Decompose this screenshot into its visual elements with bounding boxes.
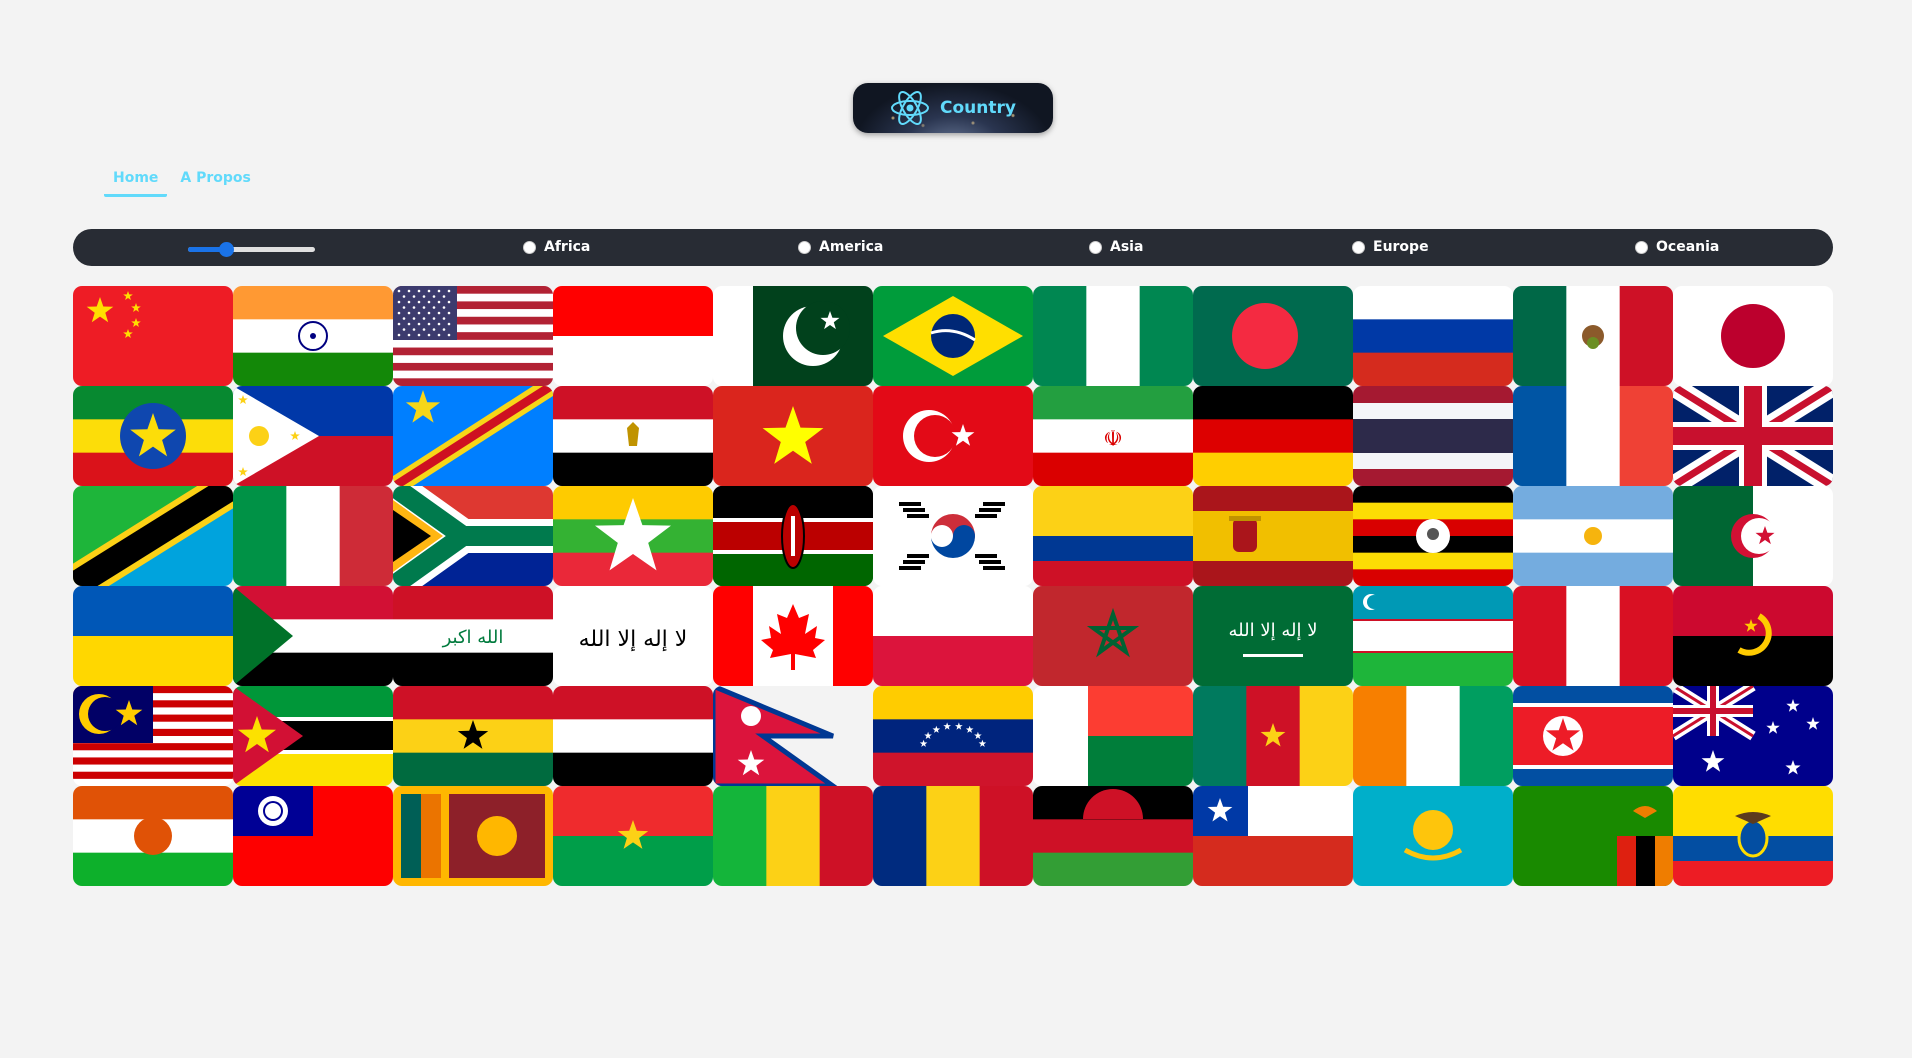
- canada-flag-icon[interactable]: [713, 586, 873, 686]
- svg-text:لا إله إلا الله: لا إله إلا الله: [579, 627, 688, 652]
- russia-flag-icon[interactable]: [1353, 286, 1513, 386]
- radio-label: Asia: [1110, 239, 1144, 255]
- react-atom-icon: [891, 91, 930, 125]
- burkina-faso-flag-icon[interactable]: [553, 786, 713, 886]
- myanmar-flag-icon[interactable]: [553, 486, 713, 586]
- svg-text:☫: ☫: [1103, 427, 1123, 452]
- radio-circle[interactable]: [1352, 240, 1365, 254]
- germany-flag-icon[interactable]: [1193, 386, 1353, 486]
- france-flag-icon[interactable]: [1513, 386, 1673, 486]
- egypt-flag-icon[interactable]: [553, 386, 713, 486]
- app-logo: Country: [853, 83, 1053, 133]
- region-radio-asia[interactable]: Asia: [1089, 238, 1143, 256]
- colombia-flag-icon[interactable]: [1033, 486, 1193, 586]
- kenya-flag-icon[interactable]: [713, 486, 873, 586]
- radio-circle[interactable]: [798, 240, 811, 254]
- country-count-slider[interactable]: [188, 242, 315, 257]
- radio-circle[interactable]: [1089, 240, 1102, 254]
- nav-link-about[interactable]: A Propos: [171, 170, 259, 197]
- ecuador-flag-icon[interactable]: [1673, 786, 1833, 886]
- radio-circle[interactable]: [523, 240, 536, 254]
- iran-flag-icon[interactable]: ☫: [1033, 386, 1193, 486]
- argentina-flag-icon[interactable]: [1513, 486, 1673, 586]
- uganda-flag-icon[interactable]: [1353, 486, 1513, 586]
- tanzania-flag-icon[interactable]: [73, 486, 233, 586]
- afghanistan-flag-icon[interactable]: لا إله إلا الله: [553, 586, 713, 686]
- nav-link-home[interactable]: Home: [104, 170, 168, 197]
- uk-flag-icon[interactable]: [1673, 386, 1833, 486]
- taiwan-flag-icon[interactable]: [233, 786, 393, 886]
- nepal-flag-icon[interactable]: [713, 686, 873, 786]
- slider-thumb[interactable]: [219, 242, 235, 257]
- radio-circle[interactable]: [1635, 240, 1648, 254]
- svg-text:الله اكبر: الله اكبر: [442, 627, 504, 648]
- mexico-flag-icon[interactable]: [1513, 286, 1673, 386]
- madagascar-flag-icon[interactable]: [1033, 686, 1193, 786]
- romania-flag-icon[interactable]: [873, 786, 1033, 886]
- flag-grid: ☫ الله اكبر لا إله إلا الله لا إله إلا الله: [73, 286, 1833, 886]
- region-radio-america[interactable]: America: [798, 238, 883, 256]
- cameroon-flag-icon[interactable]: [1193, 686, 1353, 786]
- ivory-coast-flag-icon[interactable]: [1353, 686, 1513, 786]
- radio-label: Africa: [544, 239, 591, 255]
- australia-flag-icon[interactable]: [1673, 686, 1833, 786]
- nigeria-flag-icon[interactable]: [1033, 286, 1193, 386]
- yemen-flag-icon[interactable]: [553, 686, 713, 786]
- radio-label: America: [819, 239, 884, 255]
- ethiopia-flag-icon[interactable]: [73, 386, 233, 486]
- malaysia-flag-icon[interactable]: [73, 686, 233, 786]
- japan-flag-icon[interactable]: [1673, 286, 1833, 386]
- svg-text:لا إله إلا الله: لا إله إلا الله: [1229, 620, 1318, 641]
- south-africa-flag-icon[interactable]: [393, 486, 553, 586]
- region-radio-oceania[interactable]: Oceania: [1635, 238, 1719, 256]
- kazakhstan-flag-icon[interactable]: [1353, 786, 1513, 886]
- uzbekistan-flag-icon[interactable]: [1353, 586, 1513, 686]
- venezuela-flag-icon[interactable]: [873, 686, 1033, 786]
- turkey-flag-icon[interactable]: [873, 386, 1033, 486]
- ukraine-flag-icon[interactable]: [73, 586, 233, 686]
- zambia-flag-icon[interactable]: [1513, 786, 1673, 886]
- south-korea-flag-icon[interactable]: [873, 486, 1033, 586]
- main-nav: Home A Propos: [104, 170, 260, 197]
- niger-flag-icon[interactable]: [73, 786, 233, 886]
- app-title: Country: [940, 98, 1016, 118]
- mali-flag-icon[interactable]: [713, 786, 873, 886]
- algeria-flag-icon[interactable]: [1673, 486, 1833, 586]
- usa-flag-icon[interactable]: [393, 286, 553, 386]
- dr-congo-flag-icon[interactable]: [393, 386, 553, 486]
- philippines-flag-icon[interactable]: [233, 386, 393, 486]
- pakistan-flag-icon[interactable]: [713, 286, 873, 386]
- radio-label: Europe: [1373, 239, 1429, 255]
- malawi-flag-icon[interactable]: [1033, 786, 1193, 886]
- china-flag-icon[interactable]: [73, 286, 233, 386]
- spain-flag-icon[interactable]: [1193, 486, 1353, 586]
- ghana-flag-icon[interactable]: [393, 686, 553, 786]
- chile-flag-icon[interactable]: [1193, 786, 1353, 886]
- filter-bar: [73, 229, 1833, 266]
- morocco-flag-icon[interactable]: [1033, 586, 1193, 686]
- region-radio-europe[interactable]: Europe: [1352, 238, 1429, 256]
- indonesia-flag-icon[interactable]: [553, 286, 713, 386]
- region-radio-africa[interactable]: Africa: [523, 238, 590, 256]
- iraq-flag-icon[interactable]: الله اكبر: [393, 586, 553, 686]
- peru-flag-icon[interactable]: [1513, 586, 1673, 686]
- angola-flag-icon[interactable]: [1673, 586, 1833, 686]
- poland-flag-icon[interactable]: [873, 586, 1033, 686]
- sudan-flag-icon[interactable]: [233, 586, 393, 686]
- vietnam-flag-icon[interactable]: [713, 386, 873, 486]
- radio-label: Oceania: [1656, 239, 1720, 255]
- north-korea-flag-icon[interactable]: [1513, 686, 1673, 786]
- india-flag-icon[interactable]: [233, 286, 393, 386]
- mozambique-flag-icon[interactable]: [233, 686, 393, 786]
- saudi-arabia-flag-icon[interactable]: لا إله إلا الله: [1193, 586, 1353, 686]
- bangladesh-flag-icon[interactable]: [1193, 286, 1353, 386]
- brazil-flag-icon[interactable]: [873, 286, 1033, 386]
- italy-flag-icon[interactable]: [233, 486, 393, 586]
- thailand-flag-icon[interactable]: [1353, 386, 1513, 486]
- sri-lanka-flag-icon[interactable]: [393, 786, 553, 886]
